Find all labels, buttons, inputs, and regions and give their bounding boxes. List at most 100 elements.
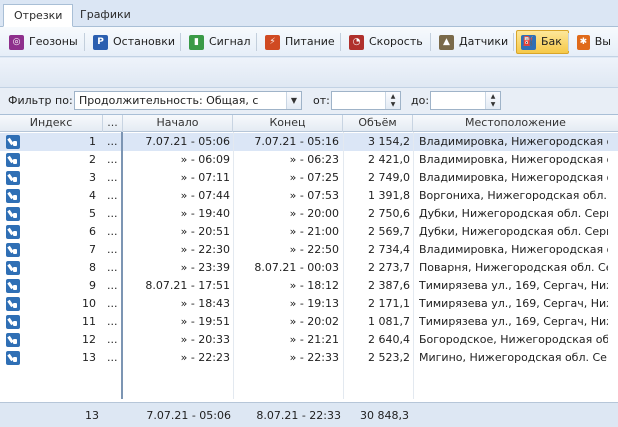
geozone-icon: ◎: [9, 34, 24, 50]
to-spinner[interactable]: ▲ ▼: [430, 91, 501, 110]
cell-volume: 1 081,7: [368, 315, 410, 328]
cell-dots: ...: [107, 261, 118, 274]
from-label: от:: [313, 94, 330, 107]
speed-button[interactable]: ◔ Скорость: [344, 30, 430, 54]
cell-location: Мигино, Нижегородская обл. Сергач: [419, 351, 608, 364]
tab-segments[interactable]: Отрезки: [3, 4, 74, 27]
table-row[interactable]: 3... » - 07:11 » - 07:25 2 749,0 Владимировк…: [0, 169, 618, 187]
cell-start: » - 07:44: [180, 189, 230, 202]
cell-index: 6: [89, 225, 96, 238]
fuel-fill-icon: [6, 189, 20, 203]
chevron-down-icon[interactable]: ▼: [286, 92, 301, 109]
sensors-button[interactable]: ▲ Датчики: [434, 30, 515, 54]
speedometer-icon: ◔: [349, 34, 364, 50]
cell-end: » - 06:23: [289, 153, 339, 166]
cell-end: » - 22:50: [289, 243, 339, 256]
table-row[interactable]: 13... » - 22:23 » - 22:33 2 523,2 Мигино, Ни…: [0, 349, 618, 367]
filter-combobox[interactable]: Продолжительность: Общая, с ▼: [74, 91, 302, 110]
stops-button[interactable]: P Остановки: [88, 30, 182, 54]
column-header-volume[interactable]: Объём: [343, 115, 413, 132]
cell-location: Владимировка, Нижегородская обл.: [419, 153, 608, 166]
cell-end: » - 20:00: [289, 207, 339, 220]
fuel-fill-icon: [6, 315, 20, 329]
cell-dots: ...: [107, 135, 118, 148]
cell-volume: 2 273,7: [368, 261, 410, 274]
cell-end: » - 19:13: [289, 297, 339, 310]
cell-dots: ...: [107, 153, 118, 166]
cell-volume: 2 523,2: [368, 351, 410, 364]
grid-footer: 13 7.07.21 - 05:06 8.07.21 - 22:33 30 84…: [0, 402, 618, 427]
power-plug-icon: ⚡: [265, 34, 280, 50]
cell-end: » - 18:12: [289, 279, 339, 292]
cell-dots: ...: [107, 243, 118, 256]
cell-start: » - 23:39: [180, 261, 230, 274]
table-row[interactable]: 4... » - 07:44 » - 07:53 1 391,8 Воргониха, …: [0, 187, 618, 205]
spin-down-icon[interactable]: ▼: [386, 100, 400, 108]
spin-up-icon[interactable]: ▲: [486, 92, 500, 100]
cell-index: 3: [89, 171, 96, 184]
spin-down-icon[interactable]: ▼: [486, 100, 500, 108]
geozones-label: Геозоны: [29, 35, 78, 48]
grid-header: Индекс ... Начало Конец Объём Местополож…: [0, 115, 618, 132]
tab-charts[interactable]: Графики: [70, 4, 141, 27]
fuel-fill-icon: [6, 225, 20, 239]
power-button[interactable]: ⚡ Питание: [260, 30, 342, 54]
geozones-button[interactable]: ◎ Геозоны: [4, 30, 85, 54]
cell-location: Воргониха, Нижегородская обл. Сергач: [419, 189, 608, 202]
cell-end: » - 20:02: [289, 315, 339, 328]
cell-index: 12: [82, 333, 96, 346]
table-row[interactable]: 1... 7.07.21 - 05:06 7.07.21 - 05:16 3 154,…: [0, 133, 618, 151]
spin-up-icon[interactable]: ▲: [386, 92, 400, 100]
cell-location: Тимирязева ул., 169, Сергач, Ниже: [419, 279, 608, 292]
cell-start: » - 20:33: [180, 333, 230, 346]
cell-location: Владимировка, Нижегородская обл.: [419, 171, 608, 184]
fuel-fill-icon: [6, 243, 20, 257]
cell-dots: ...: [107, 279, 118, 292]
table-row[interactable]: 9... 8.07.21 - 17:51 » - 18:12 2 387,6 Тимир…: [0, 277, 618, 295]
table-row[interactable]: 12... » - 20:33 » - 21:21 2 640,4 Богородско…: [0, 331, 618, 349]
sensor-icon: ▲: [439, 34, 454, 50]
cell-start: 8.07.21 - 17:51: [145, 279, 230, 292]
column-header-index[interactable]: Индекс: [0, 115, 103, 132]
cell-location: Дубки, Нижегородская обл. Сергачск: [419, 207, 608, 220]
column-header-location[interactable]: Местоположение: [413, 115, 618, 132]
column-header-start[interactable]: Начало: [123, 115, 233, 132]
footer-count: 13: [85, 409, 99, 422]
table-row[interactable]: 6... » - 20:51 » - 21:00 2 569,7 Дубки, Ниже…: [0, 223, 618, 241]
cell-index: 2: [89, 153, 96, 166]
cell-index: 5: [89, 207, 96, 220]
cell-dots: ...: [107, 315, 118, 328]
cell-volume: 2 750,6: [368, 207, 410, 220]
filter-value: Продолжительность: Общая, с: [79, 94, 259, 107]
drain-button[interactable]: ✱ Вы: [572, 30, 618, 54]
signal-button[interactable]: ▮ Сигнал: [184, 30, 258, 54]
cell-start: » - 07:11: [180, 171, 230, 184]
fuel-fill-icon: [6, 135, 20, 149]
table-row[interactable]: 7... » - 22:30 » - 22:50 2 734,4 Владимировк…: [0, 241, 618, 259]
cell-location: Тимирязева ул., 169, Сергач, Ниже: [419, 315, 608, 328]
fuel-tank-icon: ⛽: [521, 34, 536, 50]
table-row[interactable]: 10... » - 18:43 » - 19:13 2 171,1 Тимирязева…: [0, 295, 618, 313]
cell-start: » - 06:09: [180, 153, 230, 166]
table-row[interactable]: 11... » - 19:51 » - 20:02 1 081,7 Тимирязева…: [0, 313, 618, 331]
cell-index: 13: [82, 351, 96, 364]
fuel-fill-icon: [6, 153, 20, 167]
fuel-tank-button[interactable]: ⛽ Бак: [516, 30, 569, 54]
column-header-dots[interactable]: ...: [103, 115, 123, 132]
cell-dots: ...: [107, 207, 118, 220]
table-row[interactable]: 2... » - 06:09 » - 06:23 2 421,0 Владимировк…: [0, 151, 618, 169]
to-label: до:: [411, 94, 430, 107]
footer-end: 8.07.21 - 22:33: [256, 409, 341, 422]
cell-volume: 2 640,4: [368, 333, 410, 346]
cell-location: Богородское, Нижегородская обл. Се: [419, 333, 608, 346]
cell-dots: ...: [107, 171, 118, 184]
cell-end: » - 22:33: [289, 351, 339, 364]
cell-end: » - 07:53: [289, 189, 339, 202]
stops-label: Остановки: [113, 35, 176, 48]
footer-volume: 30 848,3: [360, 409, 409, 422]
cell-dots: ...: [107, 297, 118, 310]
table-row[interactable]: 5... » - 19:40 » - 20:00 2 750,6 Дубки, Ниже…: [0, 205, 618, 223]
column-header-end[interactable]: Конец: [233, 115, 343, 132]
from-spinner[interactable]: ▲ ▼: [331, 91, 401, 110]
table-row[interactable]: 8... » - 23:39 8.07.21 - 00:03 2 273,7 Повар…: [0, 259, 618, 277]
